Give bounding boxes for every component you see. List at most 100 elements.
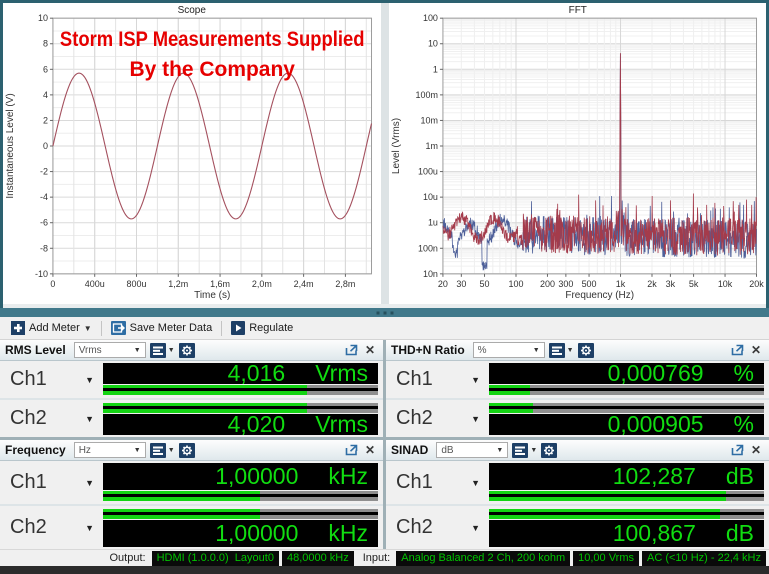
svg-text:5k: 5k (688, 279, 698, 289)
meter-value: 1,00000 (215, 463, 299, 489)
bar-meter-icon (149, 442, 166, 458)
svg-text:10: 10 (38, 13, 48, 23)
chevron-down-icon: ▼ (471, 477, 480, 488)
channel-selector[interactable]: Ch1 ▼ (0, 361, 103, 398)
level-bar (489, 385, 764, 395)
input-label: Input: (362, 552, 391, 564)
output-status-badge: HDMI (1.0.0.0) Layout0 (151, 550, 279, 566)
meter-value: 4,020 (227, 414, 286, 435)
svg-text:8: 8 (43, 39, 48, 49)
annotation-line1: Storm ISP Measurements Supplied (60, 28, 365, 51)
chevron-down-icon[interactable]: ▼ (530, 447, 537, 454)
meter-settings-button[interactable] (577, 342, 594, 358)
apx-measurement-window: -10 -8 -6 -4 -2 0 2 4 6 8 10 0 400u 800u 1,2m 1,6m 2,0m 2… (0, 0, 769, 574)
meter-panel: RMS Level Vrms ▼ ▼ ✕ Ch1 ▼ 4,016 Vrms Ch2 ▼ 4,020 Vr… (0, 340, 383, 437)
channel-row: Ch1 ▼ 102,287 dB (386, 461, 769, 504)
svg-text:10n: 10n (422, 269, 437, 279)
svg-text:1,2m: 1,2m (168, 279, 188, 289)
svg-text:100u: 100u (417, 167, 437, 177)
chevron-down-icon: ▼ (83, 323, 92, 333)
close-button[interactable]: ✕ (748, 443, 764, 457)
meter-settings-button[interactable] (541, 442, 558, 458)
channel-row: Ch1 ▼ 0,000769% (386, 361, 769, 398)
chevron-down-icon[interactable]: ▼ (168, 447, 175, 454)
chevron-down-icon: ▼ (471, 413, 480, 424)
chevron-down-icon[interactable]: ▼ (567, 347, 574, 354)
toolbar-separator (100, 320, 102, 336)
horizontal-splitter[interactable] (0, 308, 769, 317)
channel-name: Ch2 (10, 516, 47, 538)
meter-settings-button[interactable] (178, 342, 195, 358)
meter-display-button[interactable] (149, 342, 166, 358)
meter-unit: dB (725, 520, 754, 546)
channel-selector[interactable]: Ch2 ▼ (386, 400, 489, 437)
meter-panel: Frequency Hz ▼ ▼ ✕ Ch1 ▼ 1,00000 kHz Ch2 ▼ 1,00000 k… (0, 440, 383, 549)
popout-icon (731, 344, 744, 356)
add-meter-button[interactable]: Add Meter ▼ (6, 319, 97, 337)
channel-selector[interactable]: Ch1 ▼ (0, 461, 103, 504)
channel-readout: 100,867 dB (489, 506, 769, 549)
svg-text:10: 10 (427, 39, 437, 49)
annotation-line2: By the Company (129, 58, 295, 81)
close-button[interactable]: ✕ (362, 343, 378, 357)
popout-button[interactable] (345, 344, 358, 356)
meter-unit: kHz (328, 520, 368, 546)
meter-value: 1,00000 (215, 520, 299, 546)
meter-display-button[interactable] (548, 342, 565, 358)
svg-text:Instantaneous Level (V): Instantaneous Level (V) (5, 93, 16, 198)
channel-name: Ch1 (10, 471, 47, 493)
popout-button[interactable] (731, 344, 744, 356)
popout-button[interactable] (345, 444, 358, 456)
chevron-down-icon[interactable]: ▼ (168, 347, 175, 354)
input-status-badge: Analog Balanced 2 Ch, 200 kohm (396, 550, 571, 566)
unit-selector[interactable]: % ▼ (472, 342, 545, 358)
popout-button[interactable] (731, 444, 744, 456)
svg-text:20: 20 (437, 279, 447, 289)
meter-value: 0,000769 (607, 363, 704, 384)
close-button[interactable]: ✕ (362, 443, 378, 457)
channel-readout: 102,287 dB (489, 461, 769, 504)
save-meter-data-button[interactable]: Save Meter Data (106, 319, 218, 337)
svg-text:-8: -8 (40, 243, 48, 253)
meter-value: 102,287 (612, 463, 696, 489)
meter-reading: 1,00000 kHz (103, 520, 378, 547)
level-bar (489, 491, 764, 501)
channel-readout: 1,00000 kHz (103, 461, 383, 504)
status-bar: Output: HDMI (1.0.0.0) Layout0 48,0000 kH… (0, 549, 769, 566)
regulate-button[interactable]: Regulate (226, 319, 298, 337)
meter-value: 4,016 (227, 363, 286, 384)
meter-settings-button[interactable] (178, 442, 195, 458)
popout-icon (345, 344, 358, 356)
svg-text:Time (s): Time (s) (194, 290, 230, 301)
save-icon (110, 321, 126, 335)
svg-text:20k: 20k (749, 279, 764, 289)
save-meter-data-label: Save Meter Data (129, 322, 213, 334)
channel-selector[interactable]: Ch2 ▼ (386, 506, 489, 549)
channel-name: Ch1 (396, 471, 433, 493)
unit-selector[interactable]: Hz ▼ (73, 442, 146, 458)
level-bar-fill (489, 385, 531, 395)
meter-unit: kHz (328, 463, 368, 489)
bottom-border (0, 566, 769, 574)
unit-selector[interactable]: dB ▼ (436, 442, 509, 458)
meter-display-button[interactable] (149, 442, 166, 458)
meter-panel-header: RMS Level Vrms ▼ ▼ ✕ (0, 340, 383, 361)
channel-readout: 1,00000 kHz (103, 506, 383, 549)
svg-text:800u: 800u (127, 279, 147, 289)
channel-row: Ch2 ▼ 100,867 dB (386, 504, 769, 549)
channel-selector[interactable]: Ch1 ▼ (386, 461, 489, 504)
svg-text:Scope: Scope (178, 5, 207, 16)
meter-panel: THD+N Ratio% ▼ ▼ ✕ Ch1 ▼ 0,000769% Ch2 ▼ 0,000905… (386, 340, 769, 437)
close-button[interactable]: ✕ (748, 343, 764, 357)
unit-selector[interactable]: Vrms ▼ (73, 342, 146, 358)
vertical-splitter[interactable] (380, 3, 389, 304)
channel-selector[interactable]: Ch2 ▼ (0, 400, 103, 437)
channel-selector[interactable]: Ch1 ▼ (386, 361, 489, 398)
meter-display-button[interactable] (512, 442, 529, 458)
channel-selector[interactable]: Ch2 ▼ (0, 506, 103, 549)
svg-text:0: 0 (50, 279, 55, 289)
level-bar (103, 509, 378, 519)
meter-reading: 1,00000 kHz (103, 463, 378, 490)
meter-grid: RMS Level Vrms ▼ ▼ ✕ Ch1 ▼ 4,016 Vrms Ch2 ▼ 4,020 Vr… (0, 340, 769, 549)
svg-text:0: 0 (43, 141, 48, 151)
